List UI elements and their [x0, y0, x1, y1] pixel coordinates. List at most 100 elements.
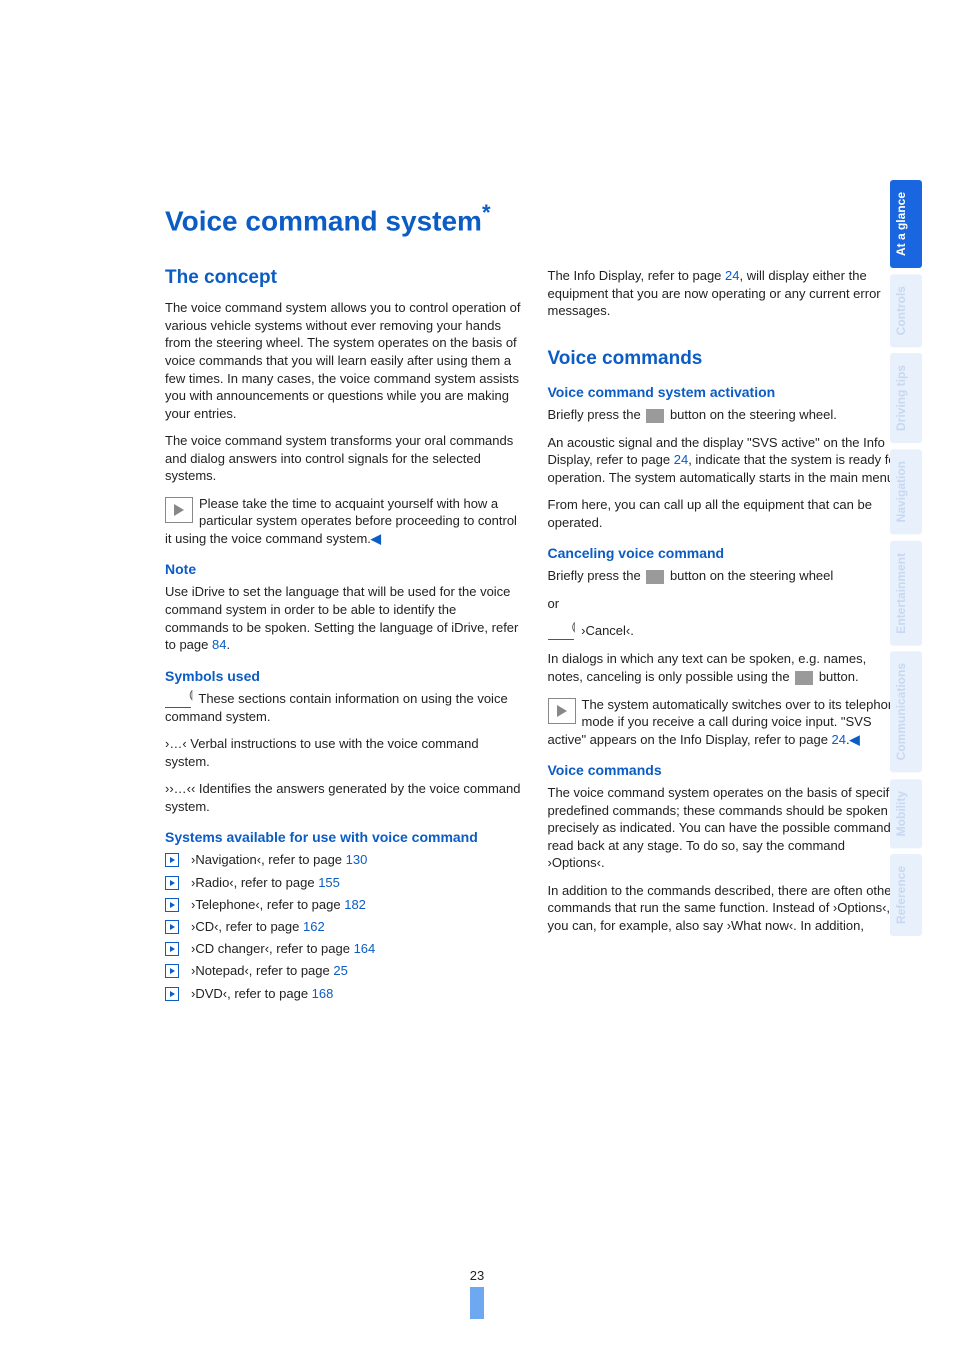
tab-at-a-glance[interactable]: At a glance — [890, 180, 922, 268]
play-bullet-icon — [165, 920, 179, 934]
system-label: ›Navigation‹, refer to page — [191, 852, 346, 867]
note-play-icon — [165, 497, 193, 523]
system-label: ›CD changer‹, refer to page — [191, 941, 354, 956]
concept-note: Please take the time to acquaint yoursel… — [165, 495, 522, 548]
page-link[interactable]: 182 — [344, 897, 366, 912]
cancel-text-a: Briefly press the — [548, 568, 645, 583]
note-play-icon — [548, 698, 576, 724]
manual-page: Voice command system* The concept The vo… — [0, 0, 954, 1351]
heading-note: Note — [165, 561, 522, 577]
play-bullet-icon — [165, 942, 179, 956]
page-link-24[interactable]: 24 — [832, 732, 846, 747]
info-display-paragraph: The Info Display, refer to page 24, will… — [548, 267, 905, 320]
right-column: The Info Display, refer to page 24, will… — [548, 267, 905, 1012]
list-item-text: ›Navigation‹, refer to page 130 — [191, 851, 367, 869]
heading-the-concept: The concept — [165, 267, 522, 289]
play-bullet-icon — [165, 898, 179, 912]
footnote-star: * — [482, 200, 491, 225]
play-bullet-icon — [165, 876, 179, 890]
list-item: ›Navigation‹, refer to page 130 — [165, 851, 522, 869]
activation-paragraph-2: An acoustic signal and the display "SVS … — [548, 434, 905, 487]
list-item: ›Radio‹, refer to page 155 — [165, 874, 522, 892]
page-footer: 23 — [0, 1268, 954, 1319]
page-link[interactable]: 155 — [318, 875, 340, 890]
tab-navigation[interactable]: Navigation — [890, 449, 922, 534]
cancel-command: ›Cancel‹. — [548, 622, 905, 640]
activation-text-b: button on the steering wheel. — [666, 407, 837, 422]
cancel-text-b: button on the steering wheel — [666, 568, 833, 583]
cancel-paragraph-2: In dialogs in which any text can be spok… — [548, 650, 905, 685]
page-link[interactable]: 130 — [346, 852, 368, 867]
steering-button-icon — [646, 409, 664, 423]
page-link-84[interactable]: 84 — [212, 637, 226, 652]
play-bullet-icon — [165, 964, 179, 978]
activation-paragraph-3: From here, you can call up all the equip… — [548, 496, 905, 531]
steering-button-icon — [646, 570, 664, 584]
symbols-row-3: ››…‹‹ Identifies the answers generated b… — [165, 780, 522, 815]
page-number: 23 — [0, 1268, 954, 1283]
list-item-text: ›DVD‹, refer to page 168 — [191, 985, 333, 1003]
footer-bar — [470, 1287, 484, 1319]
note-text-b: . — [226, 637, 230, 652]
cancel-or: or — [548, 595, 905, 613]
list-item: ›CD‹, refer to page 162 — [165, 918, 522, 936]
tab-driving-tips[interactable]: Driving tips — [890, 353, 922, 443]
page-link[interactable]: 162 — [303, 919, 325, 934]
list-item-text: ›Telephone‹, refer to page 182 — [191, 896, 366, 914]
page-link[interactable]: 164 — [354, 941, 376, 956]
heading-voice-commands: Voice commands — [548, 348, 905, 370]
cancel2-text-b: button. — [815, 669, 858, 684]
page-link[interactable]: 168 — [312, 986, 334, 1001]
tab-communications[interactable]: Communications — [890, 651, 922, 772]
page-link[interactable]: 25 — [333, 963, 347, 978]
tab-entertainment[interactable]: Entertainment — [890, 541, 922, 646]
list-item: ›Notepad‹, refer to page 25 — [165, 962, 522, 980]
heading-activation: Voice command system activation — [548, 384, 905, 400]
heading-symbols-used: Symbols used — [165, 668, 522, 684]
end-triangle-icon: ◀ — [371, 531, 381, 546]
tab-reference[interactable]: Reference — [890, 854, 922, 936]
system-label: ›CD‹, refer to page — [191, 919, 303, 934]
heading-canceling: Canceling voice command — [548, 545, 905, 561]
list-item-text: ›Radio‹, refer to page 155 — [191, 874, 340, 892]
speak-icon — [548, 623, 574, 640]
symbols-row-2: ›…‹ Verbal instructions to use with the … — [165, 735, 522, 770]
list-item: ›DVD‹, refer to page 168 — [165, 985, 522, 1003]
list-item: ›CD changer‹, refer to page 164 — [165, 940, 522, 958]
system-label: ›Radio‹, refer to page — [191, 875, 318, 890]
page-title: Voice command system* — [165, 200, 904, 237]
voice-commands-paragraph-1: The voice command system operates on the… — [548, 784, 905, 872]
play-bullet-icon — [165, 987, 179, 1001]
speak-icon — [165, 691, 191, 708]
side-tabs: At a glance Controls Driving tips Naviga… — [890, 180, 922, 936]
cancel-paragraph-1: Briefly press the button on the steering… — [548, 567, 905, 585]
system-label: ›Notepad‹, refer to page — [191, 963, 333, 978]
two-column-layout: The concept The voice command system all… — [165, 267, 904, 1012]
steering-button-icon — [795, 671, 813, 685]
systems-list: ›Navigation‹, refer to page 130 ›Radio‹,… — [165, 851, 522, 1002]
list-item-text: ›CD changer‹, refer to page 164 — [191, 940, 375, 958]
cancel-command-text: ›Cancel‹. — [581, 623, 634, 638]
list-item: ›Telephone‹, refer to page 182 — [165, 896, 522, 914]
page-link-24[interactable]: 24 — [674, 452, 688, 467]
end-triangle-icon: ◀ — [850, 732, 860, 747]
cancel-note: The system automatically switches over t… — [548, 696, 905, 749]
list-item-text: ›Notepad‹, refer to page 25 — [191, 962, 348, 980]
list-item-text: ›CD‹, refer to page 162 — [191, 918, 325, 936]
voice-commands-paragraph-2: In addition to the commands described, t… — [548, 882, 905, 935]
note-paragraph: Use iDrive to set the language that will… — [165, 583, 522, 653]
info-text-a: The Info Display, refer to page — [548, 268, 726, 283]
concept-note-text: Please take the time to acquaint yoursel… — [165, 496, 517, 546]
concept-paragraph-1: The voice command system allows you to c… — [165, 299, 522, 422]
symbols-text-1: These sections contain information on us… — [165, 691, 508, 724]
left-column: The concept The voice command system all… — [165, 267, 522, 1012]
heading-voice-commands-sub: Voice commands — [548, 762, 905, 778]
page-link-24[interactable]: 24 — [725, 268, 739, 283]
tab-mobility[interactable]: Mobility — [890, 779, 922, 848]
play-bullet-icon — [165, 853, 179, 867]
concept-paragraph-2: The voice command system transforms your… — [165, 432, 522, 485]
activation-text-a: Briefly press the — [548, 407, 645, 422]
heading-systems-available: Systems available for use with voice com… — [165, 829, 522, 845]
tab-controls[interactable]: Controls — [890, 274, 922, 347]
symbols-row-1: These sections contain information on us… — [165, 690, 522, 726]
